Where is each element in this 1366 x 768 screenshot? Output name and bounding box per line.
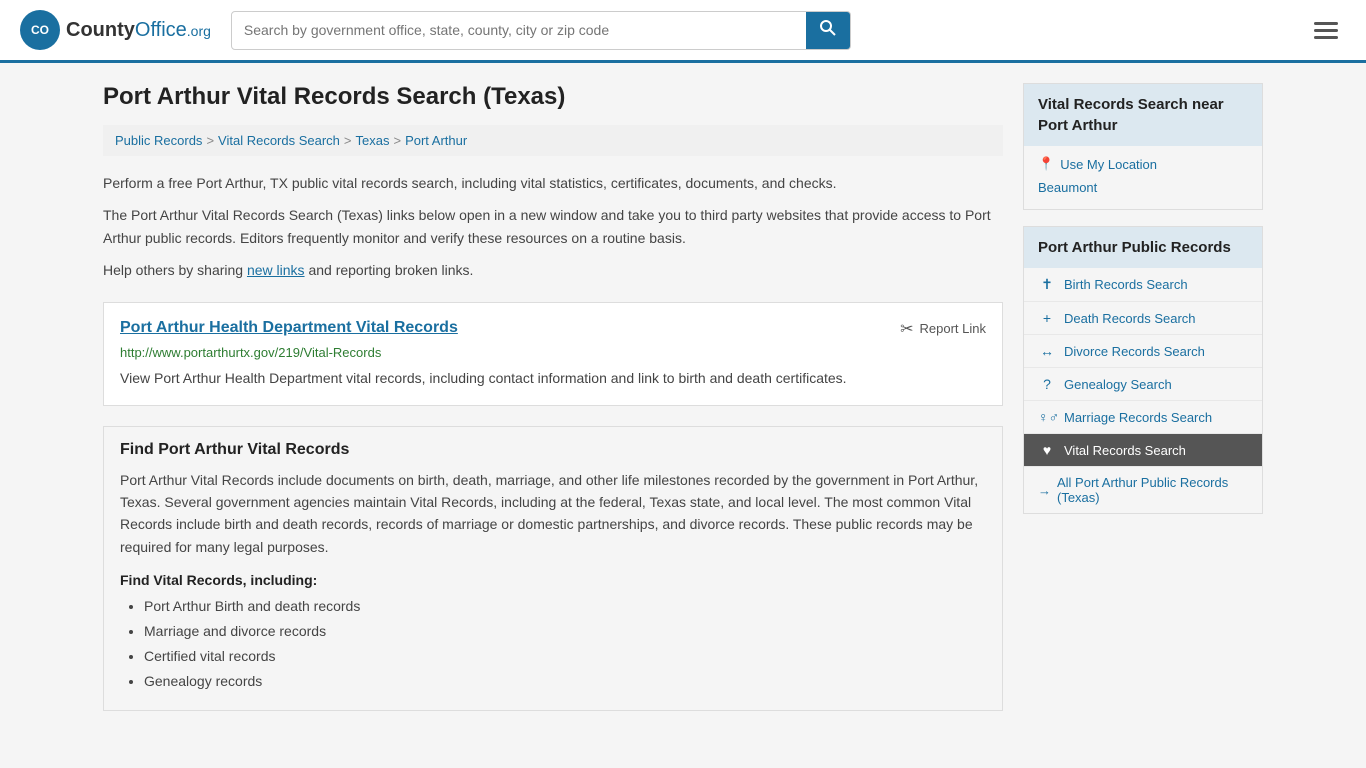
link-card-title[interactable]: Port Arthur Health Department Vital Reco… — [120, 319, 458, 337]
record-icon: ? — [1038, 376, 1056, 392]
record-icon: ↔ — [1038, 343, 1056, 359]
menu-icon-bar3 — [1314, 36, 1338, 39]
breadcrumb-public-records[interactable]: Public Records — [115, 133, 202, 148]
find-title: Find Port Arthur Vital Records — [120, 441, 986, 459]
breadcrumb-port-arthur[interactable]: Port Arthur — [405, 133, 467, 148]
sidebar-record-item[interactable]: ? Genealogy Search — [1024, 368, 1262, 401]
find-list: Port Arthur Birth and death records Marri… — [120, 596, 986, 692]
menu-icon-bar1 — [1314, 22, 1338, 25]
logo[interactable]: CO CountyOffice.org — [20, 10, 211, 50]
link-url[interactable]: http://www.portarthurtx.gov/219/Vital-Re… — [120, 345, 986, 360]
all-records-link[interactable]: → All Port Arthur Public Records (Texas) — [1024, 467, 1262, 513]
record-icon: ✝ — [1038, 276, 1056, 293]
sidebar-public-records-heading: Port Arthur Public Records — [1024, 227, 1262, 268]
link-card: Port Arthur Health Department Vital Reco… — [103, 302, 1003, 406]
page-title: Port Arthur Vital Records Search (Texas) — [103, 83, 1003, 111]
svg-text:CO: CO — [31, 23, 49, 37]
sidebar: Vital Records Search near Port Arthur 📍 … — [1023, 83, 1263, 727]
breadcrumb-sep3: > — [393, 133, 401, 148]
breadcrumb: Public Records > Vital Records Search > … — [103, 125, 1003, 156]
search-button[interactable] — [806, 12, 850, 49]
list-item: Certified vital records — [144, 646, 986, 667]
menu-button[interactable] — [1306, 18, 1346, 43]
record-icon: + — [1038, 310, 1056, 326]
all-records-label: All Port Arthur Public Records (Texas) — [1057, 475, 1248, 505]
search-bar — [231, 11, 851, 50]
find-list-title: Find Vital Records, including: — [120, 572, 986, 588]
record-icon: ♥ — [1038, 442, 1056, 458]
intro-text-2: The Port Arthur Vital Records Search (Te… — [103, 204, 1003, 249]
report-link-button[interactable]: ✂ Report Link — [900, 319, 986, 339]
breadcrumb-vital-records[interactable]: Vital Records Search — [218, 133, 340, 148]
menu-icon-bar2 — [1314, 29, 1338, 32]
arrow-icon: → — [1038, 483, 1051, 498]
record-label: Marriage Records Search — [1064, 410, 1212, 425]
sidebar-record-item[interactable]: ♥ Vital Records Search — [1024, 434, 1262, 467]
list-item: Marriage and divorce records — [144, 621, 986, 642]
link-card-header: Port Arthur Health Department Vital Reco… — [120, 319, 986, 339]
record-label: Genealogy Search — [1064, 377, 1172, 392]
sidebar-nearby-links: Beaumont — [1038, 180, 1248, 195]
report-link-label: Report Link — [920, 321, 986, 336]
logo-text: CountyOffice.org — [66, 19, 211, 42]
sidebar-record-item[interactable]: + Death Records Search — [1024, 302, 1262, 335]
use-my-location[interactable]: 📍 Use My Location — [1038, 156, 1248, 172]
find-section: Find Port Arthur Vital Records Port Arth… — [103, 426, 1003, 712]
logo-icon: CO — [20, 10, 60, 50]
search-input[interactable] — [232, 14, 806, 46]
record-label: Birth Records Search — [1064, 277, 1188, 292]
sidebar-nearby-section: Vital Records Search near Port Arthur 📍 … — [1023, 83, 1263, 210]
record-icon: ♀♂ — [1038, 409, 1056, 425]
content-area: Port Arthur Vital Records Search (Texas)… — [103, 83, 1003, 727]
intro-text-1: Perform a free Port Arthur, TX public vi… — [103, 172, 1003, 194]
sidebar-records-list: ✝ Birth Records Search + Death Records Sear… — [1024, 268, 1262, 467]
intro-text-3: Help others by sharing new links and rep… — [103, 259, 1003, 281]
sidebar-nearby-heading: Vital Records Search near Port Arthur — [1024, 84, 1262, 146]
list-item: Port Arthur Birth and death records — [144, 596, 986, 617]
breadcrumb-texas[interactable]: Texas — [356, 133, 390, 148]
nearby-link[interactable]: Beaumont — [1038, 180, 1248, 195]
new-links-link[interactable]: new links — [247, 262, 305, 278]
scissors-icon: ✂ — [900, 319, 913, 339]
breadcrumb-sep1: > — [206, 133, 214, 148]
header: CO CountyOffice.org — [0, 0, 1366, 63]
sidebar-nearby-body: 📍 Use My Location Beaumont — [1024, 146, 1262, 209]
find-body: Port Arthur Vital Records include docume… — [120, 469, 986, 559]
sidebar-record-item[interactable]: ↔ Divorce Records Search — [1024, 335, 1262, 368]
record-label: Vital Records Search — [1064, 443, 1186, 458]
record-label: Divorce Records Search — [1064, 344, 1205, 359]
sidebar-record-item[interactable]: ✝ Birth Records Search — [1024, 268, 1262, 302]
record-label: Death Records Search — [1064, 311, 1196, 326]
list-item: Genealogy records — [144, 671, 986, 692]
sidebar-record-item[interactable]: ♀♂ Marriage Records Search — [1024, 401, 1262, 434]
link-description: View Port Arthur Health Department vital… — [120, 368, 986, 389]
sidebar-public-records-section: Port Arthur Public Records ✝ Birth Record… — [1023, 226, 1263, 514]
main-container: Port Arthur Vital Records Search (Texas)… — [83, 63, 1283, 747]
breadcrumb-sep2: > — [344, 133, 352, 148]
location-pin-icon: 📍 — [1038, 156, 1054, 172]
